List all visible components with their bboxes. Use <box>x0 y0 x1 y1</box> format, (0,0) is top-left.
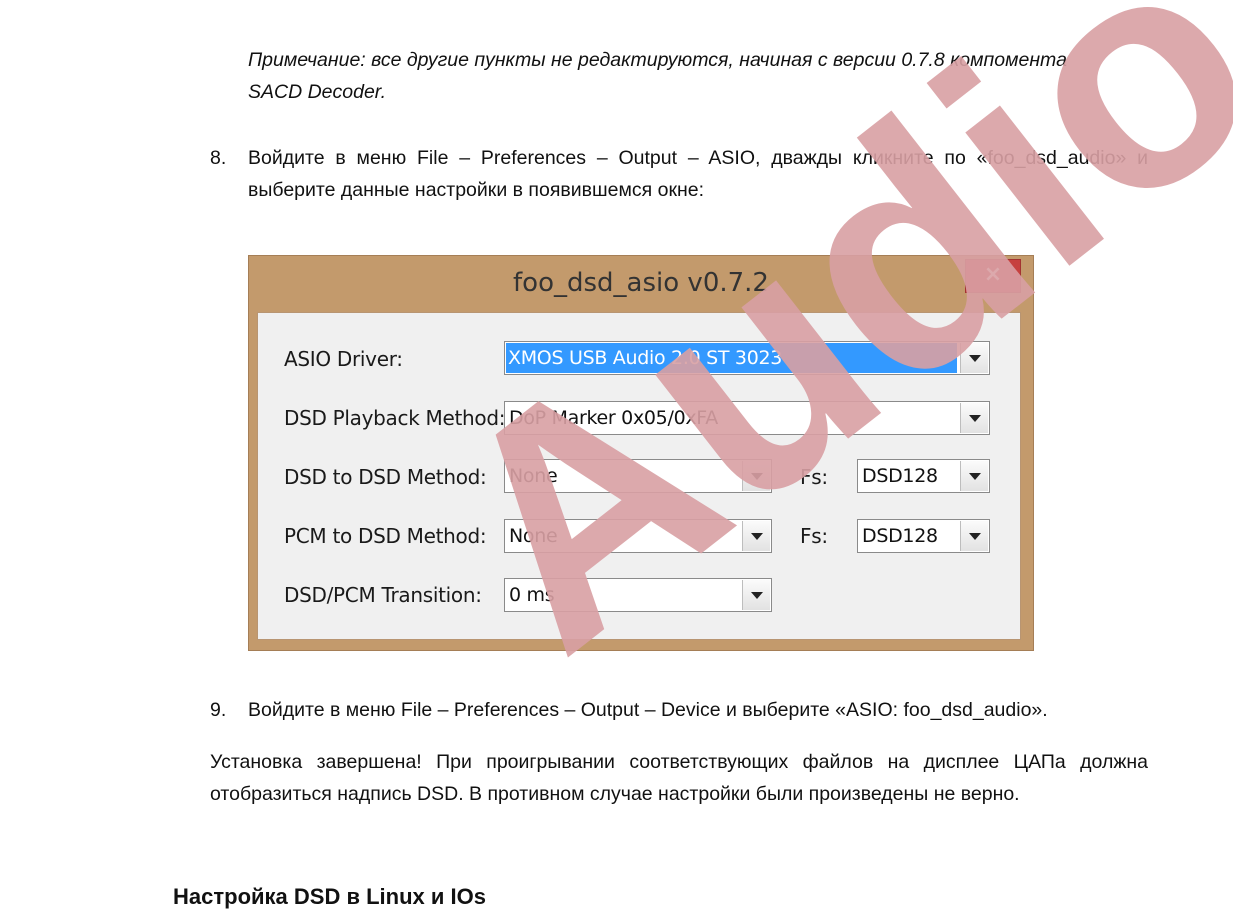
chevron-down-icon[interactable] <box>960 521 988 551</box>
dsd-to-dsd-select[interactable]: None <box>504 459 772 493</box>
note-paragraph: Примечание: все другие пункты не редакти… <box>248 44 1148 108</box>
pcm-to-dsd-label: PCM to DSD Method: <box>284 524 487 548</box>
dsd-fs-select[interactable]: DSD128 <box>857 459 990 493</box>
asio-driver-label: ASIO Driver: <box>284 347 403 371</box>
chevron-down-icon[interactable] <box>742 461 770 491</box>
pcm-to-dsd-select[interactable]: None <box>504 519 772 553</box>
chevron-down-icon[interactable] <box>742 580 770 610</box>
dsd-fs-label: Fs: <box>800 465 828 489</box>
transition-value: 0 ms <box>509 584 555 606</box>
step-9-number: 9. <box>210 699 227 721</box>
playback-method-label: DSD Playback Method: <box>284 406 506 430</box>
asio-driver-select[interactable]: XMOS USB Audio 2.0 ST 3023 <box>504 341 990 375</box>
completion-paragraph: Установка завершена! При проигрывании со… <box>210 751 1148 805</box>
dsd-to-dsd-label: DSD to DSD Method: <box>284 465 487 489</box>
playback-method-select[interactable]: DoP Marker 0x05/0xFA <box>504 401 990 435</box>
pcm-fs-value: DSD128 <box>862 525 938 547</box>
dialog-title: foo_dsd_asio v0.7.2 <box>513 268 769 298</box>
step-8-text: Войдите в меню File – Preferences – Outp… <box>248 147 1148 201</box>
transition-select[interactable]: 0 ms <box>504 578 772 612</box>
asio-driver-value: XMOS USB Audio 2.0 ST 3023 <box>506 343 957 373</box>
step-8-number: 8. <box>210 147 227 169</box>
pcm-to-dsd-value: None <box>509 525 558 547</box>
dialog-client-area: ASIO Driver: XMOS USB Audio 2.0 ST 3023 … <box>257 312 1021 640</box>
pcm-fs-label: Fs: <box>800 524 828 548</box>
asio-settings-dialog: foo_dsd_asio v0.7.2 × ASIO Driver: XMOS … <box>248 255 1034 651</box>
section-heading: Настройка DSD в Linux и IOs <box>173 884 486 909</box>
close-icon: × <box>983 262 1003 287</box>
transition-label: DSD/PCM Transition: <box>284 583 482 607</box>
chevron-down-icon[interactable] <box>960 403 988 433</box>
dialog-titlebar[interactable]: foo_dsd_asio v0.7.2 × <box>249 256 1033 312</box>
chevron-down-icon[interactable] <box>742 521 770 551</box>
chevron-down-icon[interactable] <box>960 343 988 373</box>
note-line-2: SACD Decoder. <box>248 81 386 103</box>
dsd-fs-value: DSD128 <box>862 465 938 487</box>
playback-method-value: DoP Marker 0x05/0xFA <box>509 407 718 429</box>
chevron-down-icon[interactable] <box>960 461 988 491</box>
pcm-fs-select[interactable]: DSD128 <box>857 519 990 553</box>
step-9-text: Войдите в меню File – Preferences – Outp… <box>248 699 1048 721</box>
dsd-to-dsd-value: None <box>509 465 558 487</box>
note-line-1: Примечание: все другие пункты не редакти… <box>248 49 1067 71</box>
close-button[interactable]: × <box>965 259 1021 293</box>
